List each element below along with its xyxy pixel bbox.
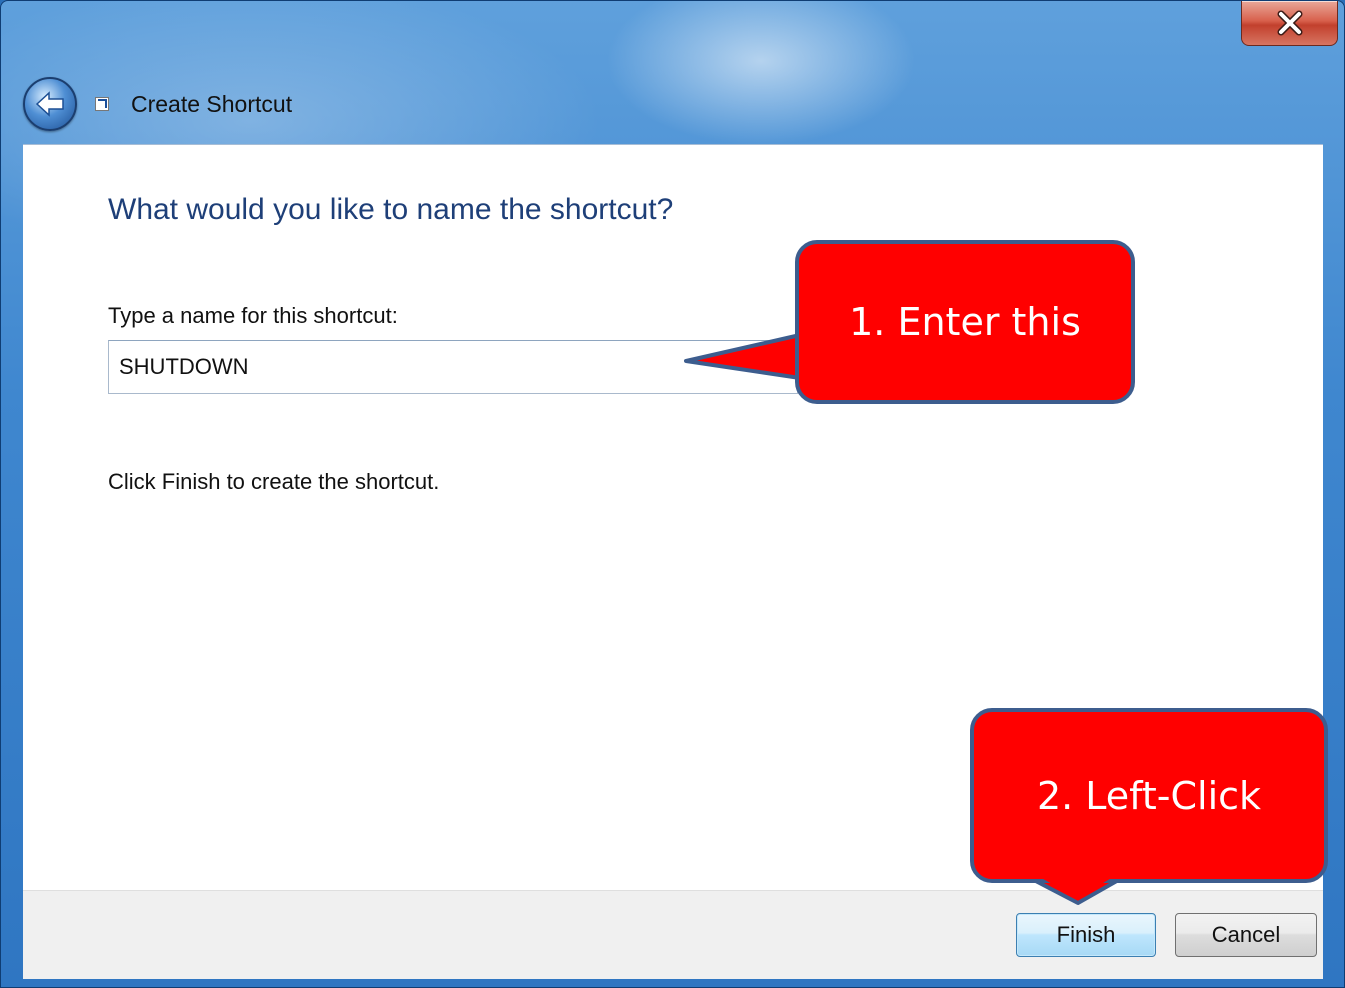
callout-pointer-fills [800, 339, 1118, 898]
